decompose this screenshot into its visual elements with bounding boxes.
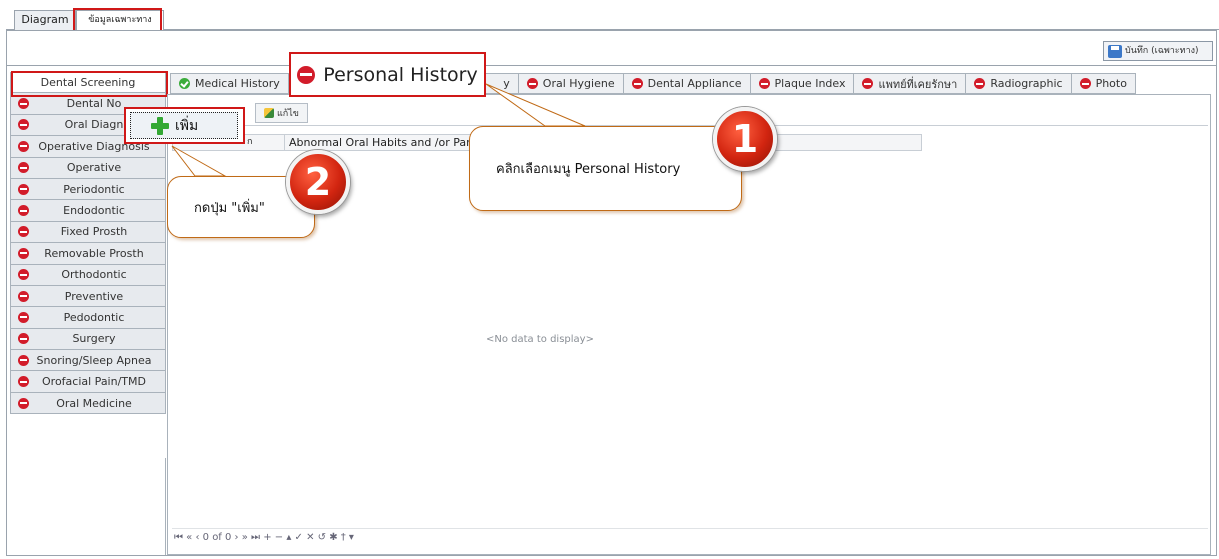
minus-circle-icon <box>18 183 29 195</box>
minus-circle-icon <box>18 376 29 388</box>
step-2-badge: 2 <box>286 150 350 214</box>
section-tab-label: Radiographic <box>990 77 1063 90</box>
minus-circle-icon <box>18 333 29 345</box>
sidebar-item-label: Orofacial Pain/TMD <box>42 375 146 389</box>
sidebar-item[interactable]: Operative <box>10 157 166 179</box>
sidebar-item[interactable]: Orthodontic <box>10 264 166 286</box>
check-circle-icon <box>179 78 190 89</box>
top-toolbar: บันทึก (เฉพาะทาง) <box>6 36 1217 66</box>
section-tab[interactable]: แพทย์ที่เคยรักษา <box>854 73 967 94</box>
section-tab-label: y <box>503 77 510 90</box>
minus-circle-icon <box>18 397 29 409</box>
sidebar-item[interactable]: Pedodontic <box>10 307 166 329</box>
minus-circle-icon <box>18 98 29 110</box>
tab-personal-history-label: Personal History <box>323 63 478 86</box>
floppy-disk-icon <box>1108 44 1122 58</box>
callout-step-1: คลิกเลือกเมนู Personal History <box>469 126 742 211</box>
tab-personal-history[interactable]: Personal History <box>289 52 486 97</box>
minus-circle-icon <box>18 140 29 152</box>
minus-circle-icon <box>18 269 29 281</box>
add-button-highlight: เพิ่ม <box>124 107 245 144</box>
section-tab[interactable]: Plaque Index <box>750 73 855 94</box>
sidebar-item-label: Orthodontic <box>61 268 127 282</box>
sidebar-item[interactable]: Surgery <box>10 328 166 351</box>
add-button[interactable]: เพิ่ม <box>130 112 238 139</box>
left-menu-empty-area <box>10 458 166 555</box>
app-window: Diagram ข้อมูลเฉพาะทาง บันทึก (เฉพาะทาง)… <box>0 0 1219 559</box>
sidebar-item[interactable]: Oral Medicine <box>10 392 166 415</box>
grid-pager[interactable]: ⏮ « ‹ 0 of 0 › » ⏭ + − ▴ ✓ ✕ ↺ ✱ † ▾ <box>172 528 1208 546</box>
minus-circle-icon <box>758 78 770 89</box>
minus-circle-icon <box>18 162 29 174</box>
sidebar-item-label: Preventive <box>64 289 124 303</box>
section-tab-label: แพทย์ที่เคยรักษา <box>878 77 958 91</box>
grid-column-header[interactable]: Abnormal Oral Habits and /or Para <box>285 135 477 150</box>
sidebar-item[interactable]: Endodontic <box>10 200 166 222</box>
section-tab-label: Dental Appliance <box>647 77 742 90</box>
edit-button[interactable]: แก้ไข <box>255 103 308 123</box>
sidebar-item[interactable]: Periodontic <box>10 178 166 201</box>
sidebar-item[interactable]: Removable Prosth <box>10 243 166 265</box>
minus-circle-icon <box>631 78 643 89</box>
section-tab[interactable]: Oral Hygiene <box>518 73 624 94</box>
minus-circle-icon <box>18 354 29 366</box>
minus-circle-icon <box>18 226 29 238</box>
section-tab-label: Medical History <box>195 77 280 90</box>
minus-circle-icon <box>18 311 29 323</box>
section-tab-label: Photo <box>1095 77 1127 90</box>
sidebar-item[interactable]: Fixed Prosth <box>10 221 166 244</box>
section-tab-label: Oral Hygiene <box>542 77 615 90</box>
sidebar-item[interactable]: Preventive <box>10 285 166 308</box>
minus-circle-icon <box>526 78 538 89</box>
sidebar-item-label: Periodontic <box>63 182 125 196</box>
edit-button-label: แก้ไข <box>277 109 299 119</box>
section-tab[interactable]: Photo <box>1071 73 1136 94</box>
plus-icon <box>151 116 169 135</box>
section-tab[interactable]: Dental Appliance <box>623 73 751 94</box>
save-button[interactable]: บันทึก (เฉพาะทาง) <box>1103 41 1213 61</box>
sidebar-item-label: Removable Prosth <box>44 246 144 260</box>
section-tab[interactable]: Medical History <box>170 73 289 94</box>
highlight-dental-screening <box>11 71 168 97</box>
no-data-message: <No data to display> <box>486 334 594 345</box>
sidebar-item-label: Operative <box>66 161 122 175</box>
top-tab-strip: Diagram ข้อมูลเฉพาะทาง <box>6 0 1219 30</box>
sidebar-item[interactable]: Orofacial Pain/TMD <box>10 371 166 393</box>
save-button-label: บันทึก (เฉพาะทาง) <box>1125 46 1199 56</box>
sidebar-item-label: Oral Medicine <box>56 396 132 410</box>
sidebar-item-label: Endodontic <box>63 204 125 218</box>
sidebar-item[interactable]: Snoring/Sleep Apnea <box>10 350 166 372</box>
section-tab-label: Plaque Index <box>774 77 846 90</box>
sidebar-item-label: Snoring/Sleep Apnea <box>36 353 152 367</box>
callout-step-1-text: คลิกเลือกเมนู Personal History <box>496 162 681 177</box>
minus-circle-icon <box>18 290 29 302</box>
minus-circle-icon <box>862 78 874 89</box>
minus-circle-icon <box>18 205 29 217</box>
tab-diagram[interactable]: Diagram <box>14 10 76 30</box>
add-button-label: เพิ่ม <box>175 117 199 134</box>
minus-circle-icon <box>297 65 316 84</box>
section-tab[interactable]: Radiographic <box>966 73 1072 94</box>
sidebar-item-label: Pedodontic <box>63 310 125 324</box>
minus-circle-icon <box>18 119 29 131</box>
sidebar-item-label: Fixed Prosth <box>60 225 128 239</box>
grid-toolbar: แก้ไข <box>172 101 1208 126</box>
minus-circle-icon <box>18 247 29 259</box>
minus-circle-icon <box>1079 78 1091 89</box>
minus-circle-icon <box>974 78 986 89</box>
pencil-icon <box>264 108 274 118</box>
callout-step-2-text: กดปุ่ม "เพิ่ม" <box>194 200 265 216</box>
sidebar-item-label: Surgery <box>72 332 116 346</box>
step-1-badge: 1 <box>713 107 777 171</box>
